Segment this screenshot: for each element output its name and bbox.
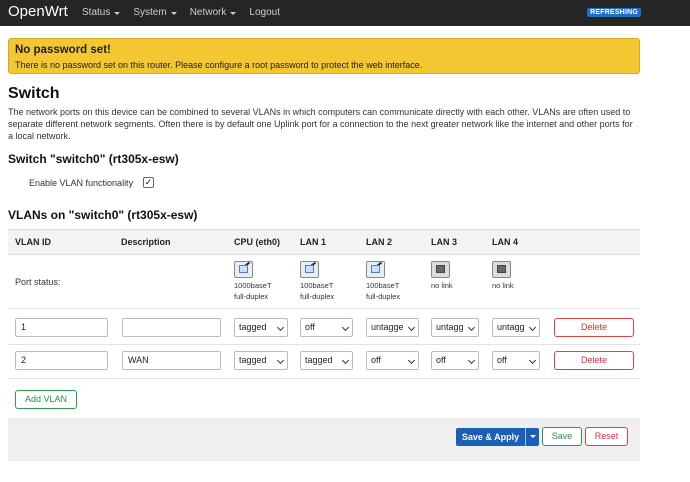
port-select-lan1[interactable]: off	[300, 318, 353, 337]
menu-system-label: System	[133, 7, 167, 18]
select-value: untagge	[371, 322, 404, 332]
port-select-lan3[interactable]: off	[431, 351, 479, 370]
enable-vlan-checkbox[interactable]: ✓	[143, 177, 154, 188]
port-duplex: full-duplex	[366, 292, 401, 301]
select-value: off	[305, 322, 315, 332]
row-divider	[8, 344, 640, 345]
ethernet-port-down-icon	[431, 261, 450, 278]
port-link-state: no link	[492, 281, 514, 290]
page-description: The network ports on this device can be …	[8, 107, 633, 141]
chevron-down-icon	[467, 356, 476, 365]
port-select-lan1[interactable]: tagged	[300, 351, 353, 370]
port-cpu-status: 1000baseT full-duplex	[234, 261, 272, 302]
header-vlan-id: VLAN ID	[15, 237, 51, 247]
menu-status[interactable]: Status	[82, 7, 121, 18]
port-select-lan4[interactable]: off	[492, 351, 540, 370]
menu-system[interactable]: System	[133, 7, 177, 18]
save-apply-button[interactable]: Save & Apply	[456, 428, 525, 446]
port-speed: 1000baseT	[234, 281, 272, 290]
select-value: untagg	[436, 322, 464, 332]
reset-button[interactable]: Reset	[585, 427, 628, 446]
port-link-state: no link	[431, 281, 453, 290]
select-value: off	[497, 355, 507, 365]
chevron-down-icon	[230, 11, 237, 15]
chevron-down-icon	[341, 356, 350, 365]
port-select-lan2[interactable]: off	[366, 351, 419, 370]
header-lan3: LAN 3	[431, 237, 458, 247]
port-select-cpu[interactable]: tagged	[234, 318, 288, 337]
port-lan3-status: no link	[431, 261, 453, 291]
ethernet-port-down-icon	[492, 261, 511, 278]
ethernet-port-up-icon	[300, 261, 319, 278]
switch-heading: Switch "switch0" (rt305x-esw)	[8, 152, 179, 166]
brand-logo[interactable]: OpenWrt	[8, 3, 68, 20]
port-speed: 100baseT	[366, 281, 400, 290]
header-lan2: LAN 2	[366, 237, 393, 247]
port-select-lan4[interactable]: untagg	[492, 318, 540, 337]
page-title: Switch	[8, 85, 60, 102]
ethernet-port-up-icon	[366, 261, 385, 278]
alert-text: There is no password set on this router.…	[15, 60, 423, 70]
row-divider	[8, 378, 640, 379]
chevron-down-icon	[467, 323, 476, 332]
chevron-down-icon	[170, 11, 177, 15]
port-select-cpu[interactable]: tagged	[234, 351, 288, 370]
chevron-down-icon	[276, 323, 285, 332]
header-lan1: LAN 1	[300, 237, 327, 247]
description-input[interactable]	[122, 318, 221, 337]
select-value: tagged	[305, 355, 333, 365]
port-speed: 100baseT	[300, 281, 334, 290]
save-apply-dropdown-icon[interactable]	[525, 428, 539, 446]
menu-logout-label: Logout	[249, 7, 280, 18]
port-lan1-status: 100baseT full-duplex	[300, 261, 334, 302]
select-value: tagged	[239, 355, 267, 365]
header-description: Description	[121, 237, 171, 247]
port-status-label: Port status:	[15, 277, 61, 287]
alert-title: No password set!	[15, 44, 111, 56]
description-input[interactable]: WAN	[122, 351, 221, 370]
chevron-down-icon	[341, 323, 350, 332]
checkmark-icon: ✓	[144, 177, 153, 187]
port-duplex: full-duplex	[234, 292, 269, 301]
header-lan4: LAN 4	[492, 237, 519, 247]
enable-vlan-label: Enable VLAN functionality	[29, 178, 134, 188]
delete-vlan-button[interactable]: Delete	[554, 351, 634, 370]
chevron-down-icon	[407, 323, 416, 332]
port-duplex: full-duplex	[300, 292, 335, 301]
select-value: off	[371, 355, 381, 365]
chevron-down-icon	[114, 11, 121, 15]
top-navbar: OpenWrt Status System Network Logout REF…	[0, 0, 690, 26]
save-button[interactable]: Save	[542, 427, 582, 446]
add-vlan-button[interactable]: Add VLAN	[15, 390, 77, 409]
port-select-lan2[interactable]: untagge	[366, 318, 419, 337]
port-lan2-status: 100baseT full-duplex	[366, 261, 400, 302]
menu-status-label: Status	[82, 7, 111, 18]
ethernet-port-up-icon	[234, 261, 253, 278]
vlan-id-input[interactable]: 2	[15, 351, 108, 370]
chevron-down-icon	[407, 356, 416, 365]
chevron-down-icon	[276, 356, 285, 365]
main-menu: Status System Network Logout	[82, 7, 293, 18]
row-divider	[8, 308, 640, 309]
port-select-lan3[interactable]: untagg	[431, 318, 479, 337]
select-value: tagged	[239, 322, 267, 332]
menu-logout[interactable]: Logout	[249, 7, 280, 18]
refreshing-badge[interactable]: REFRESHING	[587, 8, 641, 17]
no-password-alert: No password set! There is no password se…	[8, 38, 640, 74]
chevron-down-icon	[528, 356, 537, 365]
delete-vlan-button[interactable]: Delete	[554, 318, 634, 337]
chevron-down-icon	[528, 323, 537, 332]
vlan-table-header: VLAN ID Description CPU (eth0) LAN 1 LAN…	[8, 229, 640, 255]
vlan-id-input[interactable]: 1	[15, 318, 108, 337]
vlans-heading: VLANs on "switch0" (rt305x-esw)	[8, 208, 198, 222]
select-value: untagg	[497, 322, 525, 332]
menu-network-label: Network	[189, 7, 227, 18]
port-lan4-status: no link	[492, 261, 514, 291]
menu-network[interactable]: Network	[190, 7, 237, 18]
select-value: off	[436, 355, 446, 365]
header-cpu: CPU (eth0)	[234, 237, 281, 247]
